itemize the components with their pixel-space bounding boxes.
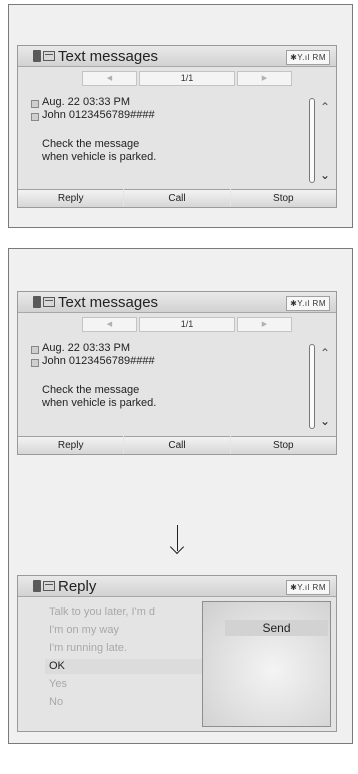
message-icon — [43, 581, 55, 591]
send-button[interactable]: Send — [225, 620, 328, 636]
bluetooth-signal-status: ✱Y.ıl RM — [286, 296, 330, 311]
screen-header: Text messages ✱Y.ıl RM — [18, 292, 336, 313]
stop-button[interactable]: Stop — [230, 436, 336, 454]
scroll-down-icon[interactable]: ⌄ — [320, 414, 330, 428]
message-date: Aug. 22 03:33 PM — [42, 96, 131, 108]
message-sender: John 0123456789#### — [42, 109, 155, 121]
page-indicator: 1/1 — [139, 71, 235, 86]
message-line-1: Check the message — [42, 384, 140, 396]
phone-icon — [33, 580, 41, 592]
reply-screen: Reply ✱Y.ıl RM Talk to you later, I'm d … — [17, 575, 337, 732]
reply-button[interactable]: Reply — [18, 436, 124, 454]
next-page-button[interactable]: ▶ — [237, 317, 292, 332]
phone-icon — [33, 50, 41, 62]
page-indicator: 1/1 — [139, 317, 235, 332]
scroll-up-icon[interactable]: ⌃ — [320, 346, 330, 360]
scroll-up-icon[interactable]: ⌃ — [320, 100, 330, 114]
calendar-icon — [31, 100, 39, 108]
screen-header: Reply ✱Y.ıl RM — [18, 576, 336, 597]
call-button[interactable]: Call — [124, 436, 230, 454]
prev-page-button[interactable]: ◀ — [82, 317, 137, 332]
screen-title: Reply — [58, 578, 97, 595]
scrollbar[interactable] — [309, 98, 315, 183]
stop-button[interactable]: Stop — [230, 189, 336, 207]
contact-icon — [31, 359, 39, 367]
message-icon — [43, 297, 55, 307]
bluetooth-signal-status: ✱Y.ıl RM — [286, 580, 330, 595]
down-arrow-icon — [177, 525, 178, 551]
next-page-button[interactable]: ▶ — [237, 71, 292, 86]
message-line-2: when vehicle is parked. — [42, 397, 157, 409]
button-bar: Reply Call Stop — [18, 189, 336, 207]
screen-header: Text messages ✱Y.ıl RM — [18, 46, 336, 67]
scrollbar[interactable] — [309, 344, 315, 429]
call-button[interactable]: Call — [124, 189, 230, 207]
message-line-1: Check the message — [42, 138, 140, 150]
message-line-2: when vehicle is parked. — [42, 151, 157, 163]
screen-title: Text messages — [58, 48, 159, 65]
screen-title: Text messages — [58, 294, 159, 311]
reply-button[interactable]: Reply — [18, 189, 124, 207]
scroll-down-icon[interactable]: ⌄ — [320, 168, 330, 182]
calendar-icon — [31, 346, 39, 354]
contact-icon — [31, 113, 39, 121]
message-icon — [43, 51, 55, 61]
phone-icon — [33, 296, 41, 308]
message-date: Aug. 22 03:33 PM — [42, 342, 131, 354]
bluetooth-signal-status: ✱Y.ıl RM — [286, 50, 330, 65]
text-messages-screen-2: Text messages ✱Y.ıl RM ◀ 1/1 ▶ Aug. 22 0… — [17, 291, 337, 455]
message-sender: John 0123456789#### — [42, 355, 155, 367]
text-messages-screen-1: Text messages ✱Y.ıl RM ◀ 1/1 ▶ Aug. 22 0… — [17, 45, 337, 208]
button-bar: Reply Call Stop — [18, 436, 336, 454]
send-popup: Send — [202, 601, 331, 727]
prev-page-button[interactable]: ◀ — [82, 71, 137, 86]
